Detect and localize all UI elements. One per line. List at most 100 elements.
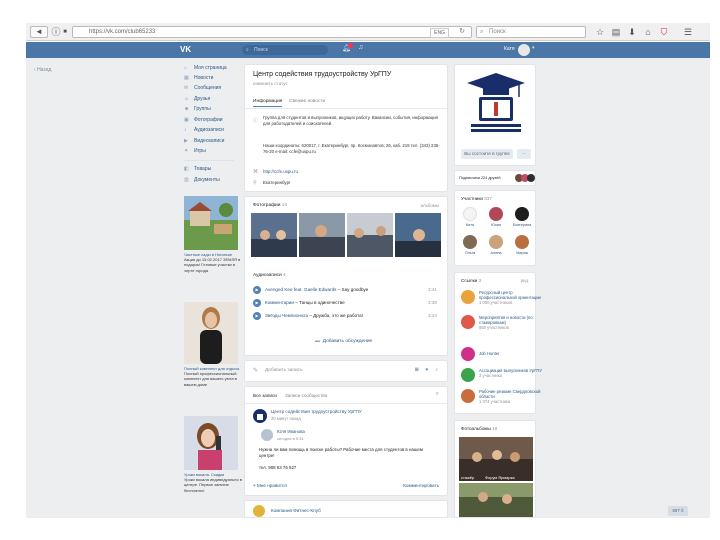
sidebar-item-messages[interactable]: ✉ Сообщения [184, 84, 221, 92]
repost-avatar[interactable] [261, 429, 273, 441]
audio-track[interactable]: ▶ Комментарии – Танцы в одиночестве 3:38 [253, 298, 441, 307]
vk-logo[interactable]: VK [180, 45, 191, 54]
music-player-icon[interactable]: ♫ [358, 44, 363, 51]
sidebar-item-my-page[interactable]: ⌂ Моя страница [184, 64, 227, 72]
members-title[interactable]: Участники 837 [461, 196, 492, 201]
member-item[interactable]: Екатерина [511, 207, 533, 227]
scroll-to-top-badge[interactable]: 697 б [668, 506, 688, 516]
member-name: Юлия [490, 223, 502, 227]
chevron-down-icon[interactable]: ▾ [532, 45, 535, 51]
download-icon[interactable]: ⬇ [626, 26, 638, 38]
library-icon[interactable]: ▤ [610, 26, 622, 38]
links-count: 3 [478, 278, 482, 283]
tab-news[interactable]: Свежие новости [289, 99, 325, 104]
sidebar-item-goods[interactable]: ◧ Товары [184, 165, 211, 173]
lang-badge[interactable]: ENG [430, 28, 449, 38]
repost-author[interactable]: Юля Иванова [277, 429, 305, 434]
sidebar-item-groups[interactable]: ☻ Группы [184, 105, 211, 113]
lock-icon: ■ [63, 29, 67, 35]
link-item[interactable]: Мероприятия и новости (по стажировкам) 85… [461, 315, 541, 337]
member-item[interactable]: Юлия [485, 207, 507, 227]
photo-thumb[interactable] [251, 213, 297, 257]
browser-search-input[interactable]: ⌕ Поиск [476, 26, 586, 38]
friends-label[interactable]: Подписчики 224 друзей [459, 176, 500, 180]
ad-text-2[interactable]: Полный комплект для отдыха Полный профес… [184, 366, 242, 387]
link-item[interactable]: Рабочие резюме Свердловской области 1 074… [461, 389, 541, 413]
sidebar-item-news[interactable]: ▦ Новости [184, 74, 213, 82]
avatar[interactable] [253, 505, 265, 517]
search-icon[interactable]: ⌕ [436, 391, 439, 398]
tab-community-posts[interactable]: Записи сообщества [285, 393, 327, 398]
sidebar-item-friends[interactable]: ☺ Друзья [184, 95, 210, 103]
url-input[interactable]: https://vk.com/club65233 ENG ↻ [72, 26, 472, 38]
star-icon[interactable]: ☆ [594, 26, 606, 38]
play-icon[interactable]: ▶ [253, 285, 261, 294]
group-site-link[interactable]: http://ccfe.uspu.ru [263, 169, 298, 174]
tab-all-posts[interactable]: Все записи [253, 393, 277, 398]
albums-link[interactable]: альбомы [421, 203, 439, 208]
camera-icon[interactable]: ◙ [415, 367, 419, 373]
play-icon[interactable]: ▶ [253, 298, 261, 307]
ad-image-garden[interactable] [184, 196, 238, 250]
back-button[interactable]: ◄ [30, 26, 48, 38]
avatar [515, 235, 529, 249]
tab-info[interactable]: Информация [253, 99, 283, 107]
links-title[interactable]: Ссылки 3 [461, 278, 481, 283]
photo-thumb[interactable] [299, 213, 345, 257]
avatar[interactable] [253, 409, 267, 423]
post-time[interactable]: 20 минут назад [271, 416, 301, 421]
more-button[interactable]: ··· [517, 149, 531, 159]
ad-image-singer[interactable] [184, 416, 238, 470]
album-thumb[interactable] [459, 483, 533, 517]
sidebar-item-photos[interactable]: ▣ Фотографии [184, 116, 223, 124]
sidebar-item-games[interactable]: ✦ Игры [184, 147, 206, 155]
avatar[interactable] [527, 174, 535, 182]
link-item[interactable]: Ресурсный центр профессиональной ориента… [461, 290, 541, 312]
track-duration: 3:24 [428, 313, 437, 318]
photo-thumb[interactable] [395, 213, 441, 257]
next-post-author[interactable]: Компания Фитнес-Клуб [271, 508, 321, 513]
member-name: Ольга [464, 251, 476, 255]
photo-thumb[interactable] [347, 213, 393, 257]
links-edit[interactable]: ред. [521, 278, 529, 283]
audio-track[interactable]: ▶ Звёзды Чемпионата – Дружба, это же рабо… [253, 311, 441, 320]
avatar[interactable] [518, 44, 530, 56]
reload-icon[interactable]: ↻ [459, 27, 465, 37]
like-button[interactable]: ♥ Мне нравится [253, 483, 287, 488]
sidebar-item-audio[interactable]: ♪ Аудиозаписи [184, 126, 224, 134]
member-item[interactable]: Алина [485, 235, 507, 255]
media-card: Фотографии 14 альбомы Аудиозаписи 4 ▶ Ave… [244, 196, 448, 356]
status-link[interactable]: изменить статус [253, 81, 288, 86]
link-item[interactable]: Ассоциация выпускников УрГПУ 3 участника [461, 368, 542, 388]
member-item[interactable]: Катя [459, 207, 481, 227]
post-author[interactable]: Центр содействия трудоустройству УрГПУ [271, 409, 362, 414]
home-icon[interactable]: ⌂ [642, 26, 654, 38]
menu-icon[interactable]: ☰ [682, 26, 694, 38]
vk-search-input[interactable]: ⌕ Поиск [242, 45, 328, 55]
member-item[interactable]: Мария [511, 235, 533, 255]
video-attach-icon[interactable]: ● [425, 367, 429, 373]
back-link[interactable]: ‹ Назад [34, 67, 51, 73]
post-box[interactable]: ✎ Добавить запись ◙ ● ♪ [244, 360, 448, 382]
ad-text-3[interactable]: Уроки вокала. Скидки Уроки вокала индиви… [184, 472, 242, 493]
member-item[interactable]: Ольга [459, 235, 481, 255]
sidebar-item-docs[interactable]: ▥ Документы [184, 176, 220, 184]
post-phone: тел. 908 63 76 527 [259, 465, 297, 470]
audio-track[interactable]: ▶ Avenged Kee feat. Gaelle Edwards – Say … [253, 285, 441, 294]
comment-button[interactable]: Комментировать [403, 483, 439, 488]
next-post-card: Компания Фитнес-Клуб [244, 500, 448, 518]
join-status-button[interactable]: Вы состоите в группе [461, 149, 513, 159]
photo-albums-title[interactable]: Фотоальбомы 19 [461, 426, 497, 431]
sidebar-item-video[interactable]: ▶ Видеозаписи [184, 137, 224, 145]
music-attach-icon[interactable]: ♪ [435, 367, 438, 373]
ad-text-1[interactable]: Частные сады в Ногинске Акция до 15.02.2… [184, 252, 242, 273]
pocket-icon[interactable]: ⛉ [658, 26, 670, 38]
ad-image-woman[interactable] [184, 302, 238, 364]
avatar [463, 207, 477, 221]
tabs-divider [245, 108, 447, 109]
user-name[interactable]: Катя [504, 46, 515, 52]
friends-icon: ☺ [184, 96, 190, 102]
play-icon[interactable]: ▶ [253, 311, 261, 320]
link-item[interactable]: Job Hunter [461, 347, 541, 361]
add-discussion-button[interactable]: ▬ Добавить обсуждение [315, 339, 372, 344]
